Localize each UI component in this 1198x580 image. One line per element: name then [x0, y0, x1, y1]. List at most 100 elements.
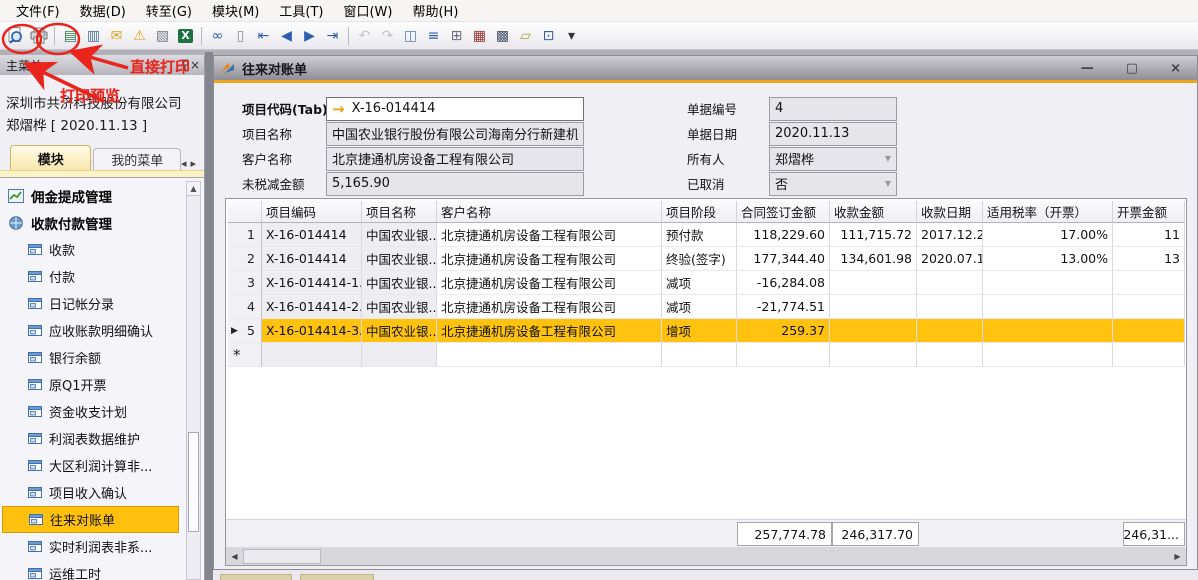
table-cell[interactable]: [1113, 295, 1185, 319]
table-cell[interactable]: [830, 343, 917, 367]
menu-item[interactable]: 帮助(H): [402, 0, 468, 22]
table-cell[interactable]: 2020.07.17: [917, 247, 983, 271]
table-cell[interactable]: 中国农业银...: [362, 247, 437, 271]
close-icon[interactable]: ×: [190, 58, 200, 72]
sidebar-item[interactable]: 银行余额: [0, 344, 181, 371]
menu-item[interactable]: 数据(D): [70, 0, 136, 22]
table-cell[interactable]: 中国农业银...: [362, 223, 437, 247]
table-cell[interactable]: 2017.12.25: [917, 223, 983, 247]
table-cell[interactable]: 3: [228, 271, 262, 295]
table-cell[interactable]: [362, 343, 437, 367]
copy-document-icon[interactable]: ▥: [82, 24, 105, 48]
sidebar-scrollbar[interactable]: ▲: [186, 181, 201, 580]
table-cell[interactable]: 118,229.60: [737, 223, 830, 247]
table-cell[interactable]: 预付款: [662, 223, 737, 247]
table-cell[interactable]: -21,774.51: [737, 295, 830, 319]
table-cell[interactable]: 北京捷通机房设备工程有限公司: [437, 319, 662, 343]
column-header[interactable]: 客户名称: [437, 201, 662, 223]
table-cell[interactable]: ▶5: [228, 319, 262, 343]
column-header[interactable]: 项目阶段: [662, 201, 737, 223]
table-cell[interactable]: [830, 319, 917, 343]
last-record-icon[interactable]: ⇥: [321, 24, 344, 48]
table-cell[interactable]: 北京捷通机房设备工程有限公司: [437, 223, 662, 247]
undo-icon[interactable]: ↶: [353, 24, 376, 48]
table-cell[interactable]: 11: [1113, 223, 1185, 247]
table-cell[interactable]: [830, 271, 917, 295]
dropdown-arrow-icon[interactable]: ▼: [885, 154, 891, 163]
column-header[interactable]: 收款金额: [830, 201, 917, 223]
table-cell[interactable]: [1113, 319, 1185, 343]
scroll-left-icon[interactable]: ◀: [226, 552, 243, 561]
table-grid-icon[interactable]: ⊞: [445, 24, 468, 48]
sidebar-item[interactable]: 收款: [0, 236, 181, 263]
tab-my-menu[interactable]: 我的菜单: [93, 148, 180, 170]
menu-item[interactable]: 文件(F): [6, 0, 70, 22]
column-header[interactable]: 合同签订金额: [737, 201, 830, 223]
horizontal-scrollbar-thumb[interactable]: [243, 549, 321, 564]
table-cell[interactable]: 13.00%: [983, 247, 1113, 271]
sidebar-item[interactable]: 大区利润计算非...: [0, 452, 181, 479]
align-text-icon[interactable]: ≡: [422, 24, 445, 48]
bottom-tab-2[interactable]: [300, 574, 374, 580]
redo-icon[interactable]: ↷: [376, 24, 399, 48]
sidebar-scrollbar-thumb[interactable]: [188, 432, 199, 532]
horizontal-scrollbar[interactable]: ◀ ▶: [226, 547, 1186, 565]
new-document-icon[interactable]: ▤: [59, 24, 82, 48]
table-cell[interactable]: 北京捷通机房设备工程有限公司: [437, 295, 662, 319]
table-cell[interactable]: X-16-014414-2...: [262, 295, 362, 319]
table-cell[interactable]: [917, 295, 983, 319]
first-record-icon[interactable]: ⇤: [252, 24, 275, 48]
table-cell[interactable]: 13: [1113, 247, 1185, 271]
table-cell[interactable]: 134,601.98: [830, 247, 917, 271]
table-cell[interactable]: [737, 343, 830, 367]
table-row[interactable]: 2X-16-014414中国农业银...北京捷通机房设备工程有限公司终验(签字)…: [228, 247, 1185, 271]
table-row[interactable]: 4X-16-014414-2...中国农业银...北京捷通机房设备工程有限公司减…: [228, 295, 1185, 319]
field-input[interactable]: →X-16-014414: [326, 97, 584, 121]
tab-scroll-right-icon[interactable]: ▸: [190, 157, 196, 170]
table-cell[interactable]: 减项: [662, 295, 737, 319]
table-cell[interactable]: 中国农业银...: [362, 319, 437, 343]
field-select[interactable]: 否▼: [769, 172, 897, 196]
close-icon[interactable]: ×: [1170, 61, 1181, 76]
dropdown-arrow-icon[interactable]: ▼: [885, 179, 891, 188]
window-form-icon[interactable]: ◫: [399, 24, 422, 48]
panel-titlebar[interactable]: 往来对账单 —▢×: [214, 56, 1197, 80]
menu-item[interactable]: 转至(G): [136, 0, 202, 22]
table-cell[interactable]: X-16-014414-1...: [262, 271, 362, 295]
excel-icon[interactable]: X: [174, 24, 197, 48]
sidebar-splitter[interactable]: [205, 52, 213, 580]
table-row[interactable]: 3X-16-014414-1...中国农业银...北京捷通机房设备工程有限公司减…: [228, 271, 1185, 295]
menu-item[interactable]: 窗口(W): [333, 0, 402, 22]
table-row[interactable]: *: [228, 343, 1185, 367]
table-cell[interactable]: *: [228, 343, 262, 367]
paste-icon[interactable]: ▧: [151, 24, 174, 48]
table-cell[interactable]: [917, 343, 983, 367]
next-record-icon[interactable]: ▶: [298, 24, 321, 48]
menu-item[interactable]: 模块(M): [202, 0, 269, 22]
table-cell[interactable]: [1113, 271, 1185, 295]
table-cell[interactable]: 4: [228, 295, 262, 319]
column-header[interactable]: 项目名称: [362, 201, 437, 223]
table-cell[interactable]: 111,715.72: [830, 223, 917, 247]
column-header[interactable]: 项目编码: [262, 201, 362, 223]
sidebar-item[interactable]: 原Q1开票: [0, 371, 181, 398]
table-cell[interactable]: X-16-014414-3...: [262, 319, 362, 343]
table-cell[interactable]: X-16-014414: [262, 247, 362, 271]
table-cell[interactable]: 增项: [662, 319, 737, 343]
table-cell[interactable]: 终验(签字): [662, 247, 737, 271]
sidebar-item[interactable]: 项目收入确认: [0, 479, 181, 506]
table-cell[interactable]: [983, 343, 1113, 367]
warning-icon[interactable]: ⚠: [128, 24, 151, 48]
ruler-icon[interactable]: ▱: [514, 24, 537, 48]
scroll-right-icon[interactable]: ▶: [1169, 552, 1186, 561]
table-row[interactable]: 1X-16-014414中国农业银...北京捷通机房设备工程有限公司预付款118…: [228, 223, 1185, 247]
sidebar-item[interactable]: 收款付款管理: [0, 209, 181, 236]
maximize-icon[interactable]: ▢: [1126, 61, 1138, 76]
query-view-icon[interactable]: ▩: [491, 24, 514, 48]
table-cell[interactable]: [983, 295, 1113, 319]
scroll-up-icon[interactable]: ▲: [187, 182, 200, 196]
minimize-icon[interactable]: —: [1081, 61, 1094, 76]
table-cell[interactable]: 177,344.40: [737, 247, 830, 271]
table-cell[interactable]: 北京捷通机房设备工程有限公司: [437, 247, 662, 271]
mail-icon[interactable]: ✉: [105, 24, 128, 48]
